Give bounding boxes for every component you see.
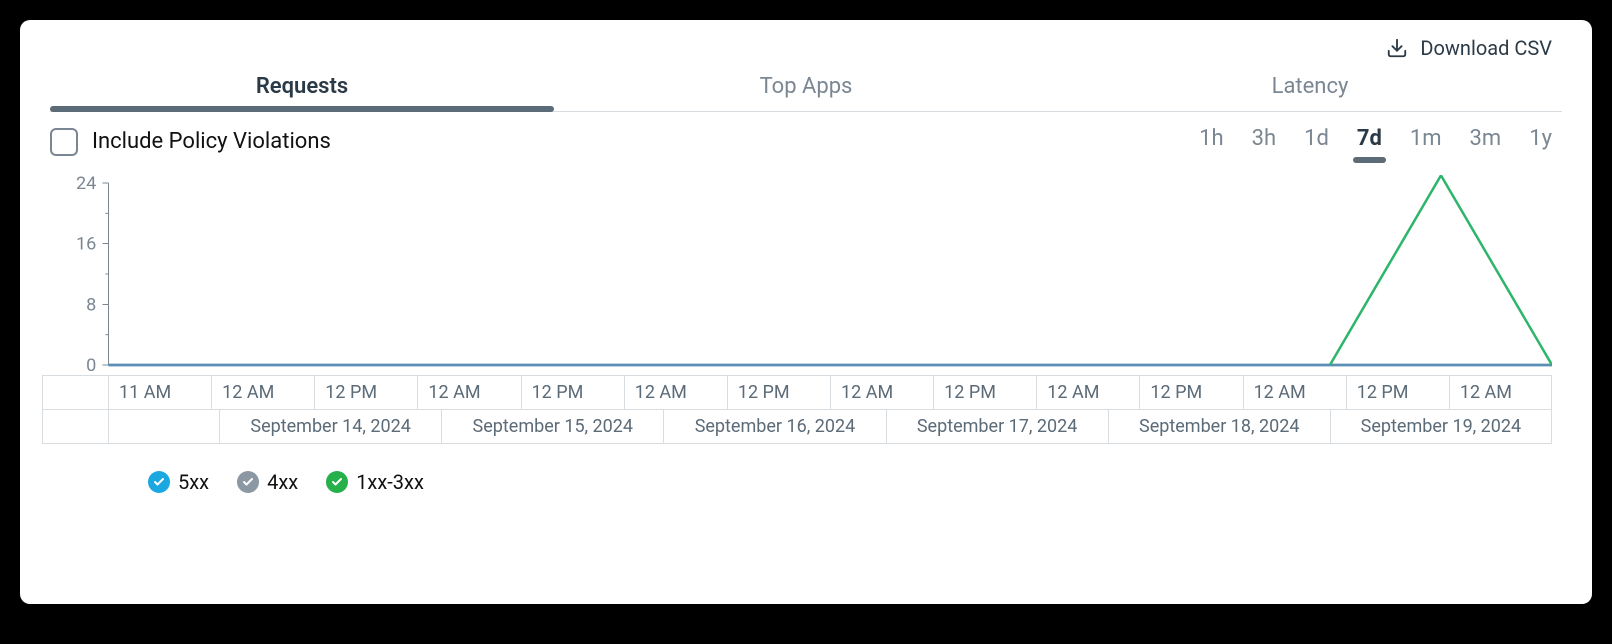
range-3m[interactable]: 3m (1470, 126, 1502, 157)
check-circle-icon (326, 471, 348, 493)
range-3h[interactable]: 3h (1252, 126, 1276, 157)
x-day-cell: September 16, 2024 (663, 410, 885, 443)
x-day-cell-blank (108, 410, 219, 443)
x-time-cell: 12 PM (314, 376, 417, 409)
check-circle-icon (148, 471, 170, 493)
legend-4xx-label: 4xx (267, 470, 298, 494)
requests-chart: 24 16 8 0 (42, 175, 1552, 375)
svg-text:8: 8 (86, 294, 96, 315)
svg-text:24: 24 (76, 175, 96, 194)
x-day-cell: September 19, 2024 (1330, 410, 1552, 443)
range-1m[interactable]: 1m (1410, 126, 1442, 157)
time-range-group: 1h 3h 1d 7d 1m 3m 1y (1199, 126, 1552, 157)
x-day-cell: September 18, 2024 (1108, 410, 1330, 443)
download-icon (1386, 37, 1408, 59)
legend-1xx-3xx-label: 1xx-3xx (356, 470, 424, 494)
svg-text:16: 16 (76, 234, 96, 255)
x-time-cell: 12 PM (727, 376, 830, 409)
x-time-cell: 12 AM (417, 376, 520, 409)
svg-text:0: 0 (86, 355, 96, 375)
analytics-panel: Download CSV Requests Top Apps Latency I… (20, 20, 1592, 604)
legend-1xx-3xx[interactable]: 1xx-3xx (326, 470, 424, 494)
range-1d[interactable]: 1d (1304, 126, 1329, 157)
x-time-cell: 12 AM (1243, 376, 1346, 409)
download-csv-label: Download CSV (1420, 36, 1552, 60)
x-time-cell: 12 PM (1346, 376, 1449, 409)
x-time-cell: 11 AM (108, 376, 211, 409)
x-time-cell: 12 AM (1036, 376, 1139, 409)
x-axis: 11 AM12 AM12 PM12 AM12 PM12 AM12 PM12 AM… (42, 375, 1552, 444)
x-day-cell: September 14, 2024 (219, 410, 441, 443)
legend-5xx[interactable]: 5xx (148, 470, 209, 494)
x-day-cell: September 15, 2024 (441, 410, 663, 443)
tab-latency[interactable]: Latency (1058, 64, 1562, 111)
x-time-cell: 12 AM (624, 376, 727, 409)
legend-5xx-label: 5xx (178, 470, 209, 494)
x-day-cell: September 17, 2024 (886, 410, 1108, 443)
range-1h[interactable]: 1h (1199, 126, 1223, 157)
download-csv[interactable]: Download CSV (20, 30, 1592, 60)
include-policy-violations-checkbox[interactable] (50, 128, 78, 156)
legend: 5xx 4xx 1xx-3xx (148, 470, 1552, 494)
tab-requests[interactable]: Requests (50, 64, 554, 111)
tabs: Requests Top Apps Latency (50, 64, 1562, 112)
tab-top-apps[interactable]: Top Apps (554, 64, 1058, 111)
x-time-cell: 12 AM (211, 376, 314, 409)
options-row: Include Policy Violations 1h 3h 1d 7d 1m… (50, 126, 1552, 157)
x-time-cell: 12 AM (1449, 376, 1552, 409)
x-time-cell: 12 PM (521, 376, 624, 409)
range-1y[interactable]: 1y (1529, 126, 1552, 157)
x-time-cell: 12 AM (830, 376, 933, 409)
x-gutter (42, 376, 108, 409)
range-7d[interactable]: 7d (1357, 126, 1382, 157)
x-time-cell: 12 PM (1139, 376, 1242, 409)
check-circle-icon (237, 471, 259, 493)
legend-4xx[interactable]: 4xx (237, 470, 298, 494)
include-policy-violations-label: Include Policy Violations (92, 129, 331, 154)
x-time-cell: 12 PM (933, 376, 1036, 409)
x-gutter (42, 410, 108, 443)
